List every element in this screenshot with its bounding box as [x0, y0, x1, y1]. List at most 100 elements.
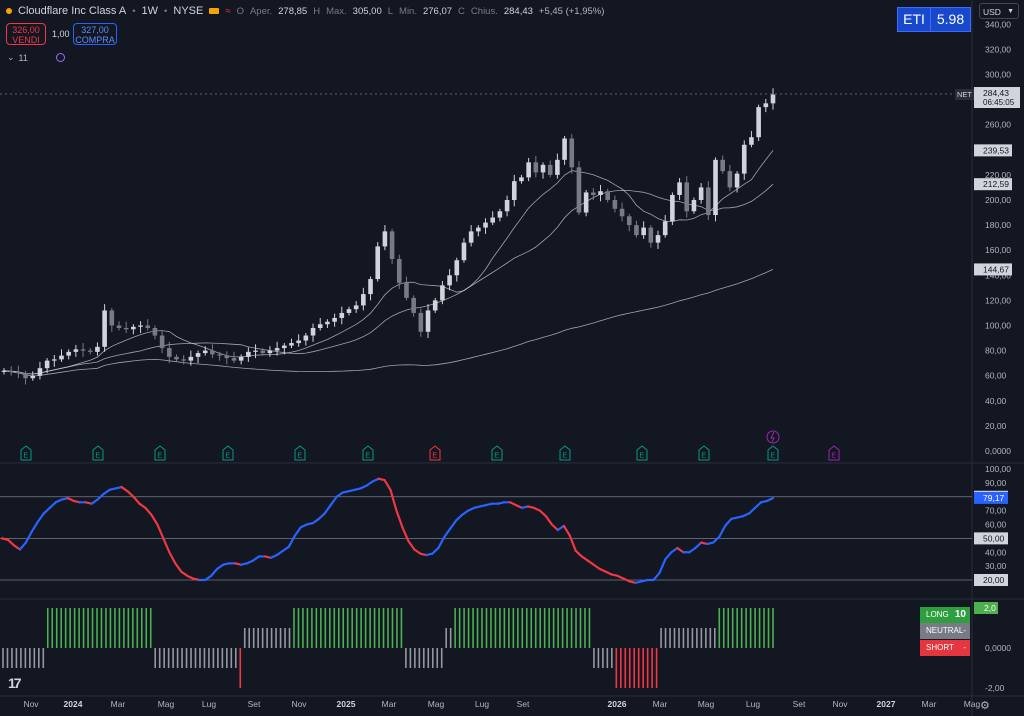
candle-body — [253, 350, 258, 352]
candle-body — [87, 350, 93, 352]
time-tick-label: 2025 — [337, 699, 356, 709]
candle-body — [648, 227, 654, 243]
price-tick-label: 20,00 — [985, 421, 1007, 431]
candle-body — [619, 208, 625, 217]
time-tick-label: Mag — [964, 699, 981, 709]
oscillator-segment — [168, 551, 177, 565]
oscillator-segment — [568, 534, 577, 552]
flag-icon — [209, 8, 220, 14]
candle-body — [195, 353, 201, 357]
candle-body — [231, 358, 237, 361]
oscillator-segment — [317, 512, 326, 521]
oscillator-segment — [323, 503, 332, 515]
level-value-label: 20,00 — [983, 575, 1005, 585]
candle-body — [626, 216, 632, 226]
candle-body — [749, 137, 754, 145]
oscillator-segment — [150, 513, 159, 526]
time-tick-label: Set — [793, 699, 806, 709]
candle-body — [52, 359, 57, 361]
time-tick-label: Mag — [428, 699, 445, 709]
candle-body — [303, 335, 309, 341]
candle-body — [691, 199, 697, 212]
candle-body — [260, 350, 266, 354]
candle-body — [73, 349, 79, 352]
candle-body — [677, 182, 682, 195]
oscillator-tick-label: 30,00 — [985, 561, 1007, 571]
chevron-down-icon: ⌄ — [7, 52, 15, 62]
price-tick-label: 80,00 — [985, 346, 1007, 356]
candle-body — [504, 199, 510, 212]
sell-label: VENDI — [12, 35, 40, 45]
candle-body — [1, 370, 7, 372]
price-tick-label: 0,0000 — [985, 446, 1011, 456]
earnings-label: E — [365, 453, 370, 460]
candle-body — [332, 317, 337, 322]
ma-value-label: 212,59 — [983, 179, 1009, 189]
candle-body — [490, 217, 496, 223]
candle-body — [375, 246, 381, 280]
price-tick-label: 40,00 — [985, 396, 1007, 406]
oscillator-value-label: 79,17 — [983, 493, 1005, 503]
candle-body — [655, 235, 661, 243]
candle-body — [131, 326, 136, 330]
candle-body — [734, 173, 740, 188]
earnings-label: E — [95, 453, 100, 460]
interval[interactable]: 1W — [142, 5, 159, 17]
oscillator-segment — [449, 519, 458, 530]
close-value: 284,43 — [503, 5, 533, 17]
candle-body — [727, 171, 733, 188]
price-tick-label: 340,00 — [985, 19, 1011, 29]
candle-body — [174, 356, 179, 360]
candle-body — [217, 354, 222, 356]
candle-body — [116, 325, 122, 329]
candle-body — [389, 231, 395, 259]
signal-short-box: SHORT - — [920, 640, 970, 656]
oscillator-segment — [24, 530, 33, 544]
sync-icon[interactable] — [55, 53, 65, 62]
oscillator-segment — [443, 527, 452, 539]
eti-value: 5.98 — [930, 8, 970, 31]
price-tick-label: 120,00 — [985, 295, 1011, 305]
oscillator-segment — [431, 546, 440, 555]
oscillator-segment — [126, 490, 135, 498]
buy-button[interactable]: 327,00 COMPRA — [73, 23, 117, 45]
candle-body — [461, 242, 467, 261]
oscillator-segment — [395, 509, 404, 529]
candle-body — [533, 162, 539, 173]
candle-body — [547, 164, 553, 175]
low-value: 276,07 — [422, 5, 453, 17]
time-tick-label: 2024 — [64, 699, 83, 709]
currency-select[interactable]: USD ▼ — [979, 3, 1019, 19]
candle-body — [713, 159, 718, 216]
candle-body — [66, 351, 71, 356]
spread-value: 1,00 — [52, 29, 70, 39]
oscillator-tick-label: 100,00 — [985, 464, 1011, 474]
earnings-label: E — [770, 453, 775, 460]
trading-chart[interactable]: 340,00320,00300,00280,00260,00240,00220,… — [0, 0, 1024, 716]
tradingview-logo-icon[interactable]: 17 — [8, 675, 28, 691]
candle-body — [109, 310, 115, 326]
oscillator-segment — [36, 512, 45, 523]
candle-body — [339, 312, 345, 318]
candle-body — [483, 222, 488, 228]
indicators-toggle[interactable]: ⌄ 11 — [7, 52, 65, 63]
oscillator-segment — [401, 526, 410, 543]
high-label: H — [313, 5, 321, 17]
time-tick-label: Mar — [111, 699, 126, 709]
symbol-name[interactable]: Cloudflare Inc Class A — [18, 5, 126, 17]
candle-body — [576, 167, 582, 213]
candle-body — [562, 138, 567, 160]
high-value: 305,00 — [352, 5, 382, 17]
oscillator-segment — [18, 541, 28, 551]
long-value: 10 — [954, 609, 966, 620]
oscillator-segment — [694, 541, 703, 550]
lightning-icon — [766, 430, 780, 444]
oscillator-tick-label: 40,00 — [985, 547, 1007, 557]
time-tick-label: Lug — [475, 699, 489, 709]
candle-body — [353, 305, 359, 310]
time-tick-label: Mar — [653, 699, 668, 709]
sell-button[interactable]: 326,00 VENDI — [6, 23, 46, 45]
candle-body — [741, 144, 747, 174]
time-tick-label: Mar — [382, 699, 397, 709]
gear-icon[interactable]: ⚙ — [980, 699, 990, 712]
